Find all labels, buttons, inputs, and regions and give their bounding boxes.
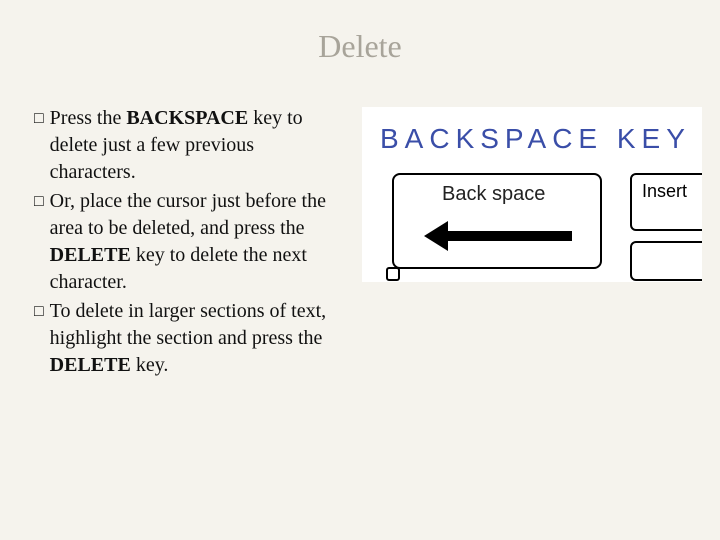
bullet-marker: □: [34, 298, 44, 379]
insert-label: Insert: [642, 181, 687, 201]
content-row: □ Press the BACKSPACE key to delete just…: [34, 105, 686, 381]
insert-key: Insert: [630, 173, 702, 231]
bullet-text: Press the BACKSPACE key to delete just a…: [50, 105, 344, 186]
bullet-text: To delete in larger sections of text, hi…: [50, 298, 344, 379]
keyboard-title: BACKSPACE KEY: [380, 123, 691, 155]
left-arrow-icon: [424, 221, 574, 251]
bullet-marker: □: [34, 105, 44, 186]
backspace-label: Back space: [442, 183, 545, 206]
bullet-item: □ Press the BACKSPACE key to delete just…: [34, 105, 344, 186]
bullet-item: □ Or, place the cursor just before the a…: [34, 188, 344, 296]
text-column: □ Press the BACKSPACE key to delete just…: [34, 105, 344, 381]
bullet-text: Or, place the cursor just before the are…: [50, 188, 344, 296]
bullet-item: □ To delete in larger sections of text, …: [34, 298, 344, 379]
partial-key-corner: [386, 267, 400, 281]
partial-key: [630, 241, 702, 281]
keyboard-graphic: BACKSPACE KEY Back space Insert: [362, 107, 702, 282]
backspace-key: Back space: [392, 173, 602, 269]
page-title: Delete: [34, 28, 686, 65]
bullet-marker: □: [34, 188, 44, 296]
image-column: BACKSPACE KEY Back space Insert: [362, 105, 702, 381]
slide: Delete □ Press the BACKSPACE key to dele…: [0, 0, 720, 540]
